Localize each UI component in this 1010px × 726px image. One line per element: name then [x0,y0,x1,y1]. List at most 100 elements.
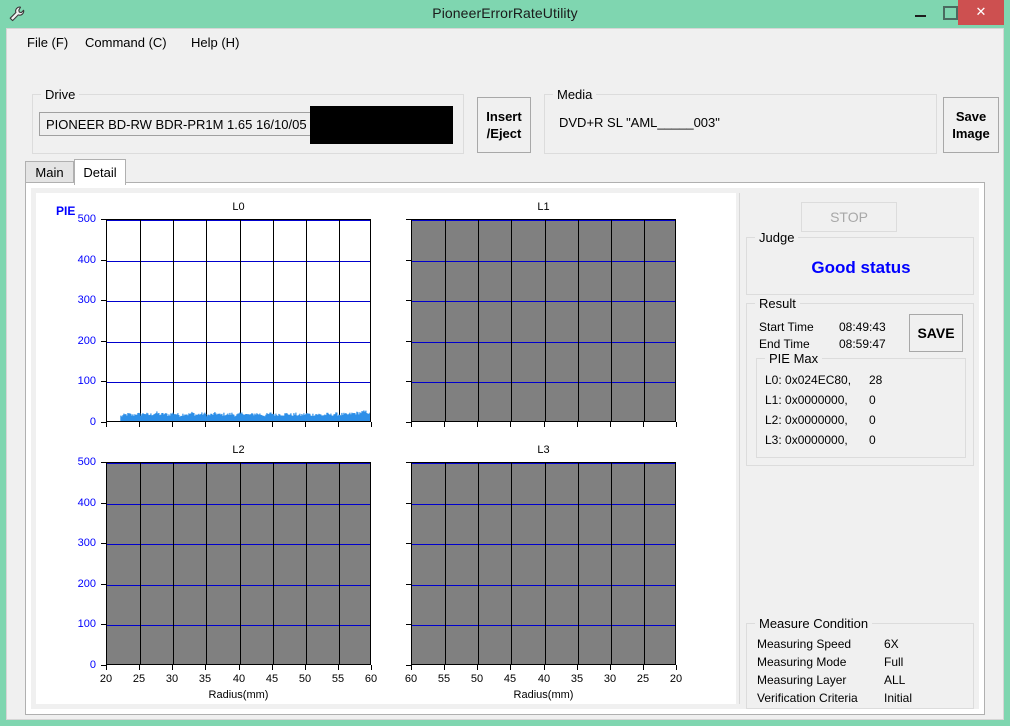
side-panel: STOP Judge Good status Result Start Time… [741,193,974,709]
x-axis-tick [239,422,240,427]
y-axis-label: 300 [77,537,96,549]
measure-condition-label: Measuring Layer [757,673,847,687]
pie-max-group-title: PIE Max [765,351,823,366]
media-value: DVD+R SL "AML_____003" [559,115,720,130]
y-axis-tick [406,624,411,625]
x-axis-tick [205,422,206,427]
drive-group-title: Drive [41,87,80,102]
tab-detail[interactable]: Detail [74,159,126,185]
tab-main[interactable]: Main [25,161,74,183]
x-axis-tick [106,665,107,670]
x-axis-tick [676,422,677,427]
grid-line-vertical [578,220,579,421]
save-result-button[interactable]: SAVE [909,314,963,352]
x-axis-tick [577,422,578,427]
grid-line-vertical [445,463,446,664]
redaction-overlay [310,106,453,144]
grid-line-vertical [644,463,645,664]
x-axis-tick [577,665,578,670]
y-axis-tick [406,381,411,382]
judge-group-title: Judge [755,230,799,245]
x-axis-tick [239,665,240,670]
grid-line-vertical [140,463,141,664]
x-axis-title: Radius(mm) [208,689,269,701]
x-axis-tick [477,665,478,670]
x-axis-label: 30 [603,673,617,685]
chart-l1: L1 [369,201,684,462]
x-axis-tick [106,422,107,427]
x-axis-title: Radius(mm) [513,689,574,701]
grid-line-horizontal [412,342,675,343]
end-time-value: 08:59:47 [839,337,886,351]
x-axis-tick [272,422,273,427]
pie-max-row-label: L1: 0x0000000, [765,393,848,407]
x-axis-label: 40 [537,673,551,685]
x-axis-tick [610,422,611,427]
save-image-button[interactable]: Save Image [943,97,999,153]
panel-divider [739,193,740,704]
judge-status-value: Good status [811,258,911,277]
judge-group: Judge Good status [746,230,974,295]
close-button[interactable]: ✕ [958,0,1004,25]
grid-line-vertical [545,463,546,664]
menu-item-help[interactable]: Help (H) [187,34,243,51]
chart-title: L0 [232,201,245,213]
grid-line-vertical [478,463,479,664]
x-axis-tick [510,665,511,670]
x-axis-label: 40 [232,673,246,685]
grid-line-vertical [511,463,512,664]
menu-bar: File (F) Command (C) Help (H) [7,29,1003,55]
grid-line-vertical [339,463,340,664]
x-axis-label: 35 [198,673,212,685]
start-time-value: 08:49:43 [839,320,886,334]
pie-series [120,410,370,421]
x-axis-label: 25 [636,673,650,685]
result-group-title: Result [755,296,800,311]
x-axis-tick [676,665,677,670]
y-axis-label: 0 [89,659,96,671]
x-axis-label: 55 [437,673,451,685]
minimize-button[interactable] [905,0,935,26]
y-axis-tick [406,300,411,301]
application-window: PioneerErrorRateUtility ✕ File (F) Comma… [0,0,1010,726]
grid-line-vertical [644,220,645,421]
menu-item-file[interactable]: File (F) [23,34,72,51]
stop-button[interactable]: STOP [801,202,897,232]
y-axis-tick [101,503,106,504]
x-axis-label: 25 [132,673,146,685]
chart-l0: L0 0 100 200 300 400 500 [64,201,379,462]
insert-eject-button[interactable]: Insert /Eject [477,97,531,153]
pie-max-row-value: 28 [869,373,883,387]
pie-max-group: PIE Max L0: 0x024EC80, 28 L1: 0x0000000, 0 L… [756,351,966,458]
tab-strip: Main Detail [25,157,985,185]
window-title: PioneerErrorRateUtility [432,5,578,21]
y-axis-label: 500 [77,456,96,468]
title-bar: PioneerErrorRateUtility ✕ [0,0,1010,28]
x-axis-tick [510,422,511,427]
x-axis-tick [411,422,412,427]
menu-item-command[interactable]: Command (C) [81,34,171,51]
plot-area [411,219,676,422]
grid-line-vertical [611,220,612,421]
measure-condition-label: Measuring Speed [757,637,852,651]
y-axis-tick [406,219,411,220]
chart-title: L2 [232,444,245,456]
measure-condition-group-title: Measure Condition [755,616,873,631]
x-axis-tick [139,665,140,670]
x-axis-tick [205,665,206,670]
x-axis-tick [444,422,445,427]
grid-line-horizontal [107,463,370,464]
x-axis-label: 20 [99,673,113,685]
maximize-icon [942,6,958,20]
x-axis-label: 45 [503,673,517,685]
grid-line-vertical [611,463,612,664]
grid-line-horizontal [107,504,370,505]
grid-line-horizontal [412,625,675,626]
grid-line-vertical [173,463,174,664]
minimize-icon [914,15,926,17]
tab-panel: PIE L0 0 100 200 300 400 500 L1 L2 0 100 200 300 400 5… [25,182,985,715]
plot-area [106,219,371,422]
x-axis-tick [139,422,140,427]
end-time-label: End Time [759,337,810,351]
y-axis-tick [101,260,106,261]
